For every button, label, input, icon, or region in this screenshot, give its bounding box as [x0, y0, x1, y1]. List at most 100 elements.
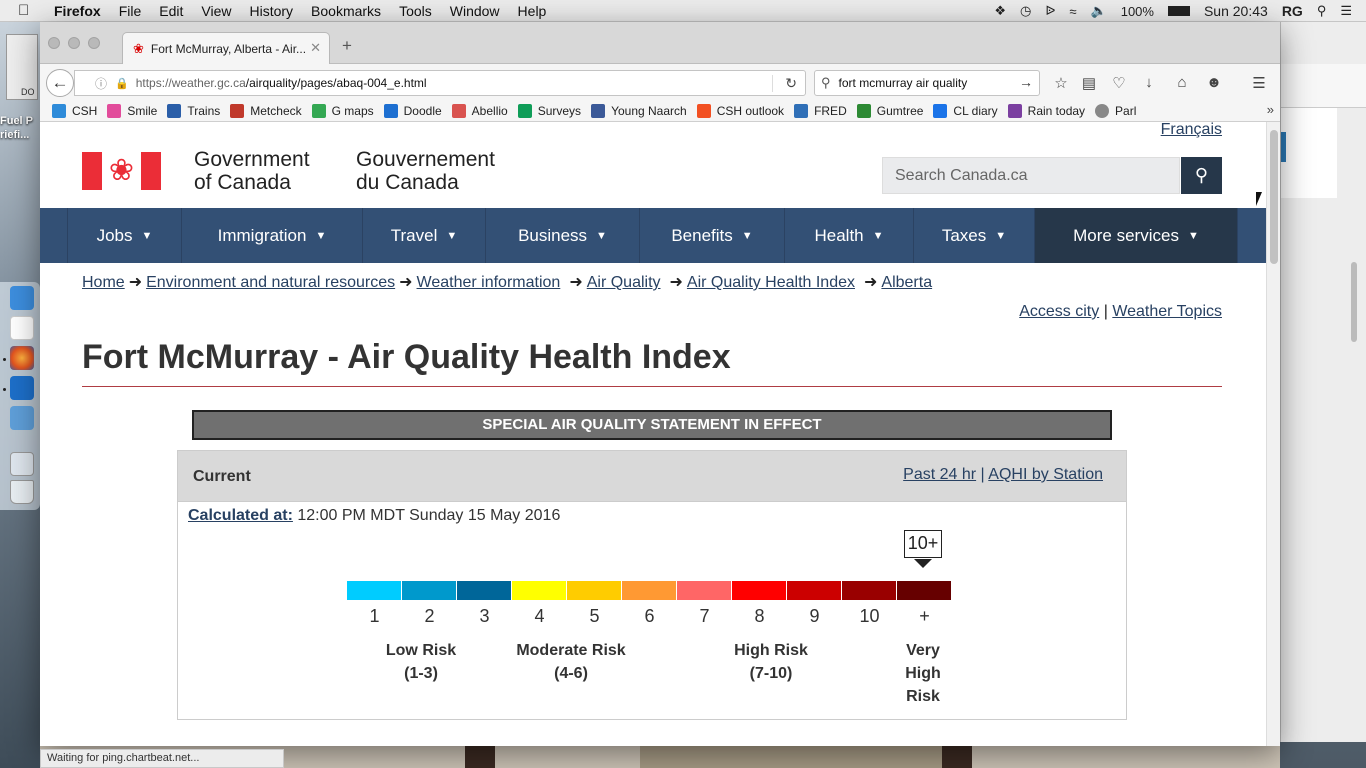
lock-icon[interactable]: 🔒	[115, 77, 129, 90]
hello-chat-icon[interactable]: ☻	[1205, 74, 1223, 91]
outlook-icon[interactable]	[10, 376, 34, 400]
aqhi-by-station-link[interactable]: AQHI by Station	[988, 466, 1103, 483]
finder-icon[interactable]	[10, 286, 34, 310]
breadcrumb-home[interactable]: Home	[82, 274, 125, 291]
nav-travel[interactable]: Travel ▼	[362, 208, 485, 263]
canada-search-button[interactable]: ⚲	[1181, 157, 1222, 194]
nav-immigration[interactable]: Immigration ▼	[181, 208, 362, 263]
calculated-at-link[interactable]: Calculated at:	[188, 507, 293, 524]
search-bar[interactable]: ⚲ fort mcmurray air quality →	[814, 70, 1040, 96]
bookmark-cl-diary[interactable]: CL diary	[933, 103, 998, 118]
bookmark-rain-today[interactable]: Rain today	[1007, 103, 1085, 118]
firefox-icon[interactable]	[10, 346, 34, 370]
bookmark-label: CSH outlook	[716, 103, 785, 118]
menu-app-name[interactable]: Firefox	[54, 3, 101, 19]
calendar-icon[interactable]	[10, 316, 34, 340]
access-city-link[interactable]: Access city	[1019, 303, 1099, 320]
back-button[interactable]: ←	[46, 69, 74, 97]
bookmark-csh[interactable]: CSH	[52, 103, 97, 118]
notification-center-icon[interactable]: ☰	[1340, 3, 1352, 19]
bookmark-fred[interactable]: FRED	[794, 103, 847, 118]
canada-search-input[interactable]: Search Canada.ca	[882, 157, 1180, 194]
menu-edit[interactable]: Edit	[159, 3, 183, 19]
nav-jobs[interactable]: Jobs ▼	[67, 208, 181, 263]
battery-percent[interactable]: 100%	[1121, 4, 1154, 19]
menu-file[interactable]: File	[119, 3, 142, 19]
desktop-file-icon[interactable]: DO	[6, 34, 38, 100]
nav-more-services[interactable]: More services ▼	[1034, 208, 1237, 263]
past-24hr-link[interactable]: Past 24 hr	[903, 466, 976, 483]
nav-business[interactable]: Business ▼	[485, 208, 639, 263]
bookmark-abellio[interactable]: Abellio	[451, 103, 508, 118]
zoom-window-button[interactable]	[88, 37, 100, 49]
bookmark-young-naarch[interactable]: Young Naarch	[591, 103, 687, 118]
bookmark-gmaps[interactable]: G maps	[311, 103, 374, 118]
home-icon[interactable]: ⌂	[1173, 74, 1191, 91]
weather-topics-link[interactable]: Weather Topics	[1112, 303, 1222, 320]
bookmark-trains[interactable]: Trains	[167, 103, 220, 118]
bookmark-star-icon[interactable]: ☆	[1052, 74, 1070, 92]
gov-wordmark-en[interactable]: Government of Canada	[194, 148, 310, 194]
scrollbar-thumb[interactable]	[1270, 130, 1278, 264]
menu-window[interactable]: Window	[450, 3, 500, 19]
folder-stack-icon[interactable]	[10, 452, 34, 476]
url-text[interactable]: https://weather.gc.ca/airquality/pages/a…	[136, 76, 427, 90]
active-tab[interactable]: ❀ Fort McMurray, Alberta - Air... ✕	[122, 32, 330, 64]
search-icon: ⚲	[821, 75, 831, 90]
info-icon[interactable]: ⓘ	[95, 75, 107, 92]
bookmark-metcheck[interactable]: Metcheck	[230, 103, 302, 118]
breadcrumb-air-quality[interactable]: Air Quality	[587, 274, 661, 291]
spotlight-icon[interactable]: ⚲	[1317, 3, 1327, 19]
dropbox-icon[interactable]: ❖	[994, 3, 1006, 19]
apple-icon[interactable]: 	[18, 2, 38, 19]
search-go-icon[interactable]: →	[1019, 74, 1033, 90]
url-bar[interactable]: ⓘ 🔒 https://weather.gc.ca/airquality/pag…	[74, 70, 806, 96]
nav-taxes[interactable]: Taxes ▼	[913, 208, 1034, 263]
breadcrumb-alberta[interactable]: Alberta	[881, 274, 932, 291]
nav-health[interactable]: Health ▼	[784, 208, 913, 263]
reload-icon[interactable]: ↻	[785, 75, 797, 92]
bookmarks-overflow-icon[interactable]: »	[1267, 102, 1274, 117]
bookmark-doodle[interactable]: Doodle	[383, 103, 442, 118]
user-menu[interactable]: RG	[1282, 3, 1303, 19]
nav-benefits[interactable]: Benefits ▼	[639, 208, 784, 263]
menubar-clock[interactable]: Sun 20:43	[1204, 3, 1268, 19]
minimize-window-button[interactable]	[68, 37, 80, 49]
menu-help[interactable]: Help	[518, 3, 547, 19]
gov-wordmark-fr[interactable]: Gouvernement du Canada	[356, 148, 495, 194]
bookmark-smile[interactable]: Smile	[107, 103, 157, 118]
wifi-icon[interactable]: ≈	[1069, 4, 1076, 19]
nav-label: More services	[1073, 225, 1179, 245]
time-machine-icon[interactable]: ◷	[1020, 3, 1031, 19]
battery-icon[interactable]	[1167, 6, 1190, 16]
page-scrollbar[interactable]	[1266, 122, 1280, 746]
bookmark-gumtree[interactable]: Gumtree	[856, 103, 923, 118]
breadcrumb-environment[interactable]: Environment and natural resources	[146, 274, 395, 291]
pocket-icon[interactable]: ♡	[1110, 74, 1128, 92]
reading-list-icon[interactable]: ▤	[1080, 74, 1098, 92]
close-window-button[interactable]	[48, 37, 60, 49]
preview-icon[interactable]	[10, 406, 34, 430]
bluetooth-icon[interactable]: ᐉ	[1045, 3, 1055, 19]
menu-bookmarks[interactable]: Bookmarks	[311, 3, 381, 19]
download-icon[interactable]: ↓	[1140, 74, 1158, 91]
breadcrumb-weather-information[interactable]: Weather information	[417, 274, 561, 291]
bookmark-label: CL diary	[953, 103, 998, 118]
bookmark-csh-outlook[interactable]: CSH outlook	[696, 103, 785, 118]
hamburger-menu-icon[interactable]: ☰	[1250, 74, 1268, 92]
volume-icon[interactable]: 🔈	[1091, 3, 1107, 19]
close-tab-icon[interactable]: ✕	[310, 40, 321, 56]
language-toggle-link[interactable]: Français	[1161, 122, 1222, 139]
bookmark-label: FRED	[814, 103, 847, 118]
bookmark-parl[interactable]: Parl	[1095, 103, 1136, 118]
menu-view[interactable]: View	[201, 3, 231, 19]
menu-history[interactable]: History	[249, 3, 293, 19]
arrow-right-icon: ➜	[864, 274, 878, 291]
menu-tools[interactable]: Tools	[399, 3, 432, 19]
air-quality-alert-banner[interactable]: SPECIAL AIR QUALITY STATEMENT IN EFFECT	[192, 410, 1112, 440]
metcheck-icon	[230, 103, 245, 118]
trash-icon[interactable]	[10, 480, 34, 504]
new-tab-button[interactable]: +	[342, 36, 352, 56]
bookmark-surveys[interactable]: Surveys	[517, 103, 581, 118]
breadcrumb-aqhi[interactable]: Air Quality Health Index	[687, 274, 855, 291]
